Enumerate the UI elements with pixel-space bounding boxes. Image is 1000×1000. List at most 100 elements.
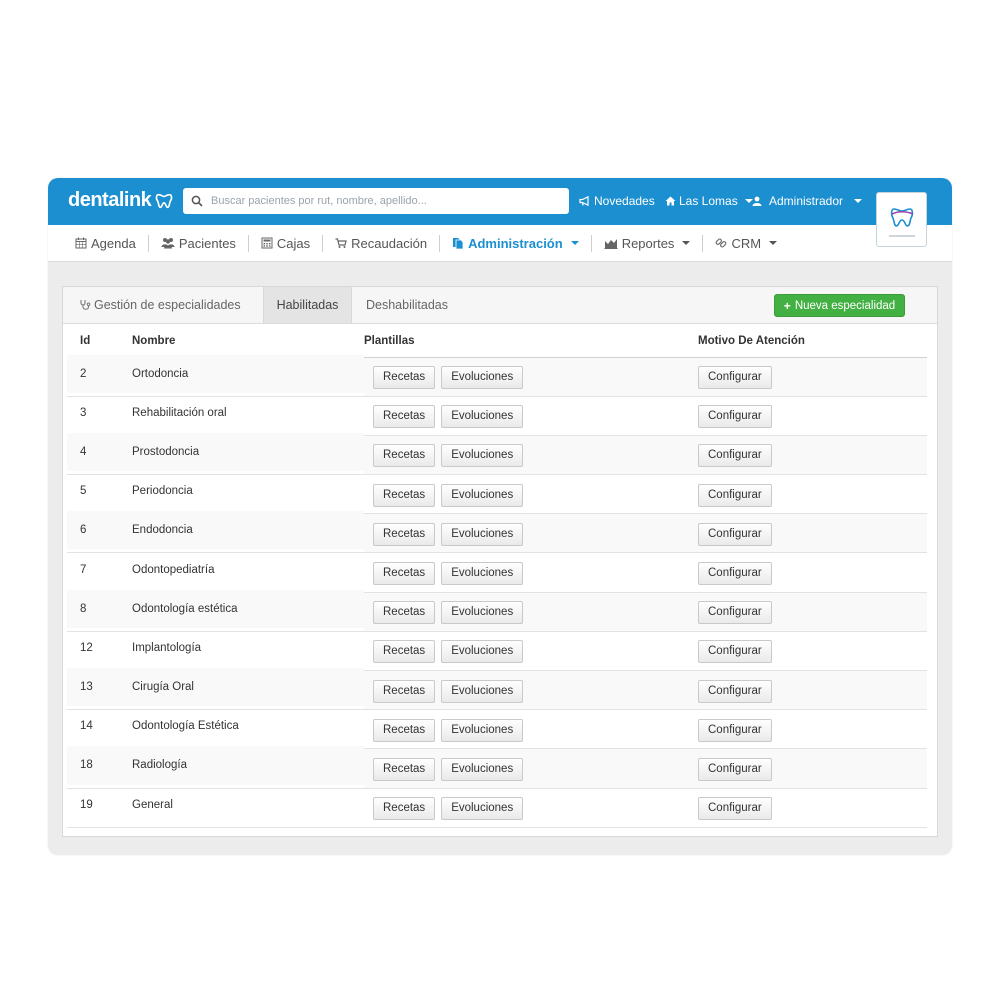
evoluciones-button[interactable]: Evoluciones [441,483,524,507]
row-plantillas: Recetas Evoluciones [364,552,698,593]
row-motivo: Configurar [698,396,927,436]
evoluciones-button[interactable]: Evoluciones [441,366,524,390]
row-motivo: Configurar [698,788,927,828]
configurar-button[interactable]: Configurar [698,366,772,390]
evoluciones-button[interactable]: Evoluciones [441,640,524,664]
menu-pacientes[interactable]: Pacientes [161,236,236,251]
menu-administracion[interactable]: Administración [452,236,579,251]
menu-divider [702,234,704,252]
evoluciones-button[interactable]: Evoluciones [441,405,524,429]
recetas-button[interactable]: Recetas [373,757,436,781]
row-motivo: Configurar [698,435,927,476]
specialties-table: Id Nombre Plantillas Motivo De Atención … [67,325,927,828]
menu-reportes-label: Reportes [621,235,675,251]
search-input[interactable] [211,195,551,207]
configurar-button[interactable]: Configurar [698,562,772,586]
configurar-button[interactable]: Configurar [698,522,772,546]
chevron-down-icon [769,241,778,245]
evoluciones-button[interactable]: Evoluciones [441,601,524,625]
row-id: 8 [67,589,132,629]
evoluciones-button[interactable]: Evoluciones [441,679,524,703]
recetas-button[interactable]: Recetas [373,483,436,507]
configurar-button[interactable]: Configurar [698,718,772,742]
menu-cajas[interactable]: Cajas [261,236,310,251]
menu-crm[interactable]: CRM [715,236,778,251]
evoluciones-button[interactable]: Evoluciones [441,444,524,468]
recetas-button[interactable]: Recetas [373,679,436,703]
configurar-button[interactable]: Configurar [698,405,772,429]
recetas-button[interactable]: Recetas [373,640,436,664]
calendar-icon [75,237,87,249]
recetas-button[interactable]: Recetas [373,405,436,429]
main-menu: Agenda Pacientes Cajas Recaudación Admin… [48,225,952,262]
table-row: 8 Odontología estética Recetas Evoluciones C… [67,589,927,632]
recetas-button[interactable]: Recetas [373,522,436,546]
recetas-button[interactable]: Recetas [373,562,436,586]
row-motivo: Configurar [698,631,927,672]
tooth-icon [155,193,173,208]
user-dropdown[interactable]: Administrador [752,194,863,208]
table-row: 19 General Recetas Evoluciones Configurar [67,785,927,828]
row-plantillas: Recetas Evoluciones [364,788,698,828]
recetas-button[interactable]: Recetas [373,444,436,468]
row-plantillas: Recetas Evoluciones [364,709,698,750]
top-bar: dentalink Novedades Las Lomas Administra… [48,178,952,225]
patient-search[interactable] [183,188,569,214]
row-id: 19 [67,785,132,825]
row-plantillas: Recetas Evoluciones [364,631,698,672]
recetas-button[interactable]: Recetas [373,601,436,625]
menu-reportes[interactable]: Reportes [604,236,691,251]
row-nombre: Rehabilitación oral [132,393,364,433]
row-motivo: Configurar [698,552,927,593]
row-id: 7 [67,549,132,590]
column-header-nombre: Nombre [132,325,364,358]
table-row: 3 Rehabilitación oral Recetas Evoluciones Co… [67,393,927,436]
tab-habilitadas[interactable]: Habilitadas [263,287,352,323]
evoluciones-button[interactable]: Evoluciones [441,718,524,742]
row-motivo: Configurar [698,357,927,397]
configurar-button[interactable]: Configurar [698,679,772,703]
app-window: dentalink Novedades Las Lomas Administra… [48,178,952,855]
row-id: 4 [67,432,132,473]
recetas-button[interactable]: Recetas [373,797,436,821]
location-dropdown[interactable]: Las Lomas [665,194,753,208]
new-specialty-button[interactable]: + Nueva especialidad [774,294,905,317]
chevron-down-icon [854,199,863,203]
configurar-button[interactable]: Configurar [698,483,772,507]
configurar-button[interactable]: Configurar [698,797,772,821]
configurar-button[interactable]: Configurar [698,444,772,468]
menu-divider [247,234,249,252]
clinic-logo[interactable] [876,192,927,247]
tab-deshabilitadas[interactable]: Deshabilitadas [366,287,448,323]
menu-agenda[interactable]: Agenda [75,236,136,251]
recetas-button[interactable]: Recetas [373,366,436,390]
stethoscope-icon [80,300,91,310]
row-motivo: Configurar [698,474,927,515]
menu-divider [322,234,324,252]
row-id: 12 [67,628,132,669]
evoluciones-button[interactable]: Evoluciones [441,757,524,781]
menu-divider [590,234,592,252]
table-row: 6 Endodoncia Recetas Evoluciones Configurar [67,510,927,554]
location-label: Las Lomas [679,194,738,208]
novedades-link[interactable]: Novedades [579,194,655,208]
row-id: 18 [67,745,132,786]
menu-recaudacion[interactable]: Recaudación [335,236,427,251]
tooth-logo-icon [890,207,913,227]
evoluciones-button[interactable]: Evoluciones [441,522,524,546]
evoluciones-button[interactable]: Evoluciones [441,562,524,586]
menu-cajas-label: Cajas [276,235,311,251]
row-id: 3 [67,393,132,433]
row-plantillas: Recetas Evoluciones [364,396,698,436]
evoluciones-button[interactable]: Evoluciones [441,797,524,821]
row-nombre: Odontología estética [132,589,364,629]
recetas-button[interactable]: Recetas [373,718,436,742]
table-row: 12 Implantología Recetas Evoluciones Configu… [67,628,927,672]
table-row: 18 Radiología Recetas Evoluciones Configurar [67,745,927,789]
bullhorn-icon [579,196,589,206]
row-plantillas: Recetas Evoluciones [364,435,698,476]
configurar-button[interactable]: Configurar [698,757,772,781]
configurar-button[interactable]: Configurar [698,640,772,664]
brand-logo[interactable]: dentalink [68,189,173,212]
configurar-button[interactable]: Configurar [698,601,772,625]
